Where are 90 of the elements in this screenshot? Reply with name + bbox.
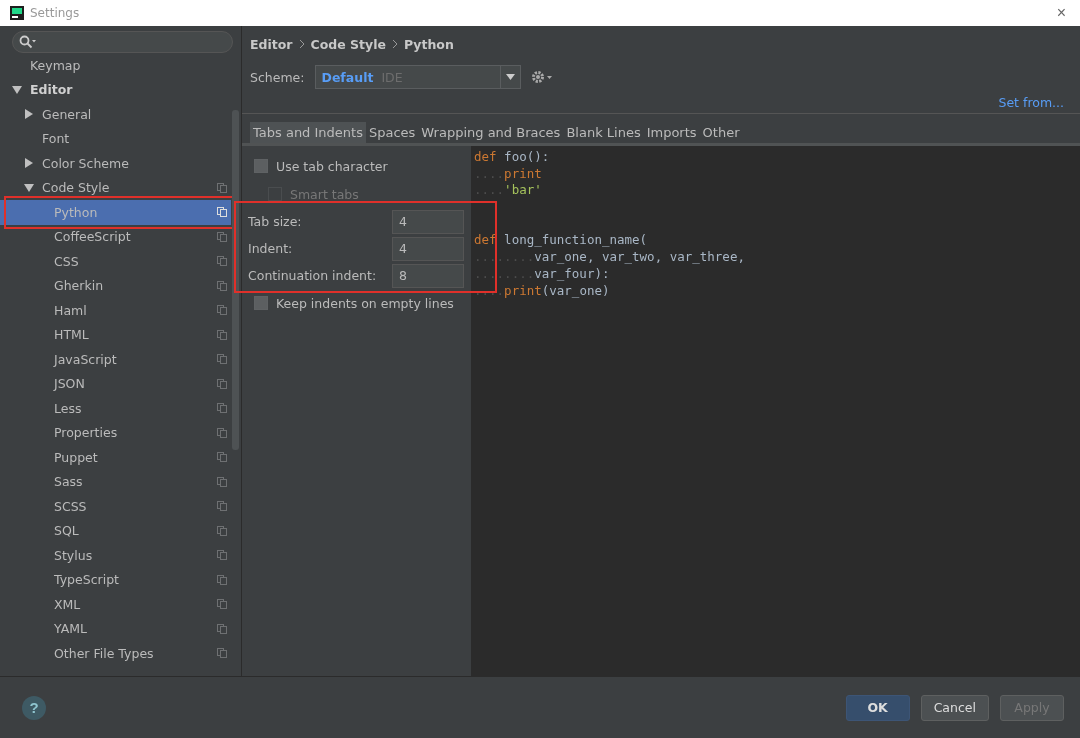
- copy-icon: [217, 207, 227, 218]
- tree-item[interactable]: HTML: [0, 322, 231, 347]
- code-line: ....print: [474, 165, 543, 183]
- expanded-arrow-icon[interactable]: [12, 84, 22, 95]
- chevron-icon: [391, 39, 398, 49]
- tab[interactable]: Wrapping and Braces: [418, 122, 564, 143]
- copy-icon: [217, 623, 227, 634]
- tree-item[interactable]: Less: [0, 396, 231, 421]
- tree-item[interactable]: JavaScript: [0, 347, 231, 372]
- tree-item[interactable]: Stylus: [0, 543, 231, 568]
- collapsed-arrow-icon[interactable]: [24, 158, 34, 169]
- copy-icon: [217, 648, 227, 659]
- scheme-label: Scheme:: [250, 69, 305, 85]
- code-line: def long_function_name(: [474, 232, 649, 250]
- tab[interactable]: Tabs and Indents: [250, 122, 366, 143]
- scrollbar[interactable]: [232, 110, 239, 450]
- tree-item[interactable]: General: [0, 102, 231, 127]
- copy-icon: [217, 305, 227, 316]
- search-field[interactable]: [12, 31, 233, 53]
- tree-item[interactable]: Puppet: [0, 445, 231, 470]
- copy-icon: [217, 574, 227, 585]
- breadcrumb-item: Python: [403, 36, 454, 52]
- tree-item[interactable]: XML: [0, 592, 231, 617]
- tree-item[interactable]: Other File Types: [0, 641, 231, 666]
- input-field[interactable]: 4: [392, 209, 464, 234]
- collapsed-arrow-icon[interactable]: [24, 109, 34, 120]
- copy-icon: [217, 525, 227, 536]
- code-line: ....print(var_one): [474, 282, 611, 300]
- copy-icon: [217, 329, 227, 340]
- input-field[interactable]: 8: [392, 263, 464, 288]
- copy-icon: [217, 378, 227, 389]
- tree-item[interactable]: Editor: [0, 77, 231, 102]
- copy-icon: [217, 403, 227, 414]
- window-title: Settings: [30, 6, 81, 20]
- checkbox[interactable]: [254, 296, 268, 310]
- tree-item[interactable]: Font: [0, 126, 231, 151]
- set-from-link[interactable]: Set from...: [998, 95, 1064, 110]
- tree-item[interactable]: TypeScript: [0, 567, 231, 592]
- close-button[interactable]: ×: [1052, 4, 1070, 22]
- copy-icon: [217, 280, 227, 291]
- tab[interactable]: Spaces: [365, 122, 419, 143]
- search-icon: [19, 35, 37, 49]
- input-field[interactable]: 4: [392, 236, 464, 261]
- tree-item[interactable]: SQL: [0, 518, 231, 543]
- breadcrumb-item: Code Style: [310, 36, 386, 52]
- copy-icon: [217, 550, 227, 561]
- tree-item[interactable]: YAML: [0, 616, 231, 641]
- ok-button[interactable]: OK: [845, 694, 910, 721]
- tree-item[interactable]: Keymap: [0, 53, 231, 78]
- expanded-arrow-icon[interactable]: [24, 182, 34, 193]
- copy-icon: [217, 354, 227, 365]
- tree-item[interactable]: Properties: [0, 420, 231, 445]
- gear-icon[interactable]: [530, 70, 553, 84]
- copy-icon: [217, 599, 227, 610]
- copy-icon: [217, 452, 227, 463]
- checkbox-label: Use tab character: [276, 158, 388, 174]
- field-label: Continuation indent:: [248, 268, 378, 283]
- tab[interactable]: Blank Lines: [563, 122, 644, 143]
- copy-icon: [217, 231, 227, 242]
- tree-item[interactable]: Color Scheme: [0, 151, 231, 176]
- field-label: Indent:: [248, 241, 294, 256]
- copy-icon: [217, 182, 227, 193]
- tree-item[interactable]: CoffeeScript: [0, 224, 231, 249]
- tab[interactable]: Other: [699, 122, 743, 143]
- code-line: ........var_one, var_two, var_three,: [474, 249, 746, 266]
- code-line: def foo():: [474, 149, 551, 166]
- caret-icon: [505, 74, 515, 80]
- tree-item[interactable]: CSS: [0, 249, 231, 274]
- checkbox[interactable]: [254, 159, 268, 173]
- code-line: ........var_four):: [474, 265, 611, 283]
- chevron-icon: [298, 39, 305, 49]
- tree-item[interactable]: Haml: [0, 298, 231, 323]
- tree-item[interactable]: Code Style: [0, 175, 231, 200]
- breadcrumb-item: Editor: [250, 36, 293, 52]
- copy-icon: [217, 427, 227, 438]
- tree-item[interactable]: JSON: [0, 371, 231, 396]
- copy-icon: [217, 501, 227, 512]
- tree-item[interactable]: Gherkin: [0, 273, 231, 298]
- code-line: ....'bar': [474, 182, 543, 200]
- tree-item[interactable]: Sass: [0, 469, 231, 494]
- copy-icon: [217, 476, 227, 487]
- field-label: Tab size:: [248, 214, 303, 229]
- tab[interactable]: Imports: [643, 122, 700, 143]
- tree-item[interactable]: SCSS: [0, 494, 231, 519]
- checkbox-label: Smart tabs: [290, 186, 359, 202]
- app-icon: [10, 6, 24, 20]
- help-button[interactable]: ?: [22, 695, 46, 720]
- copy-icon: [217, 256, 227, 267]
- cancel-button[interactable]: Cancel: [920, 694, 989, 721]
- checkbox-label: Keep indents on empty lines: [276, 295, 454, 311]
